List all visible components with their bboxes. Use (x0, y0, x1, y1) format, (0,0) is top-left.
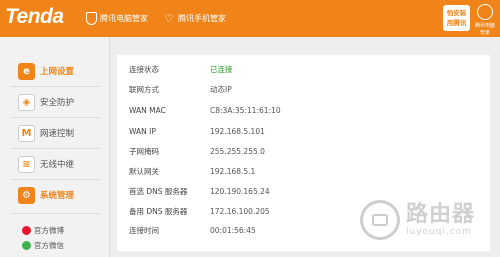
pc-manager-badge[interactable]: 腾讯电脑管家 (474, 4, 496, 36)
social-label: 官方微信 (34, 241, 64, 250)
top-header: Tenda 腾讯电脑管家 ♡ 腾讯手机管家 怕安装 用腾讯 腾讯电脑管家 (0, 0, 500, 37)
divider (10, 86, 100, 87)
status-row-subnet-mask: 子网掩码 255.255.255.0 (129, 144, 469, 158)
weibo-icon (22, 226, 31, 235)
internet-e-icon: e (18, 62, 35, 80)
row-label: 连接状态 (129, 64, 159, 74)
divider (10, 213, 100, 214)
row-label: 备用 DNS 服务器 (129, 206, 188, 216)
tenda-logo[interactable]: Tenda (5, 5, 64, 29)
status-row-gateway: 默认网关 192.168.5.1 (129, 164, 469, 178)
sidebar-item-speed-control[interactable]: M 网速控制 (0, 120, 110, 146)
sidebar: e 上网设置 ◈ 安全防护 M 网速控制 ≋ 无线中继 ⚙ 系统管理 官方微博 … (0, 37, 110, 257)
divider (10, 148, 100, 149)
speed-meter-icon: M (18, 124, 35, 142)
sidebar-item-label: 上网设置 (40, 67, 75, 77)
status-row-wan-ip: WAN IP 192.168.5.101 (129, 124, 469, 138)
badge-line2: 用腾讯 (446, 19, 467, 27)
sidebar-item-wireless-repeater[interactable]: ≋ 无线中继 (0, 151, 110, 177)
social-label: 官方微博 (34, 226, 64, 235)
row-label: 联网方式 (129, 84, 159, 94)
shield-icon: ◈ (18, 93, 35, 111)
row-label: WAN IP (129, 126, 156, 136)
sidebar-item-system-management[interactable]: ⚙ 系统管理 (0, 182, 110, 208)
row-label: 连接时间 (129, 225, 159, 235)
official-weibo-link[interactable]: 官方微博 (22, 225, 64, 236)
site-watermark: 路由器 luyouqi.com (360, 190, 495, 250)
row-label: 默认网关 (129, 166, 159, 176)
wechat-icon (22, 241, 31, 250)
sidebar-item-label: 网速控制 (40, 129, 75, 139)
gear-icon: ⚙ (18, 186, 35, 204)
tencent-logo-icon (477, 4, 493, 20)
status-row-mode: 联网方式 动态IP (129, 82, 469, 96)
row-label: 首选 DNS 服务器 (129, 186, 188, 196)
row-label: 子网掩码 (129, 146, 159, 156)
sidebar-item-security[interactable]: ◈ 安全防护 (0, 89, 110, 115)
pc-manager-label: 腾讯电脑管家 (100, 13, 148, 23)
row-value: C8:3A:35:11:61:10 (210, 105, 281, 115)
status-row-connection: 连接状态 已连接 (129, 62, 469, 76)
sidebar-item-internet-settings[interactable]: e 上网设置 (0, 58, 110, 84)
divider (10, 179, 100, 180)
divider (10, 117, 100, 118)
row-value: 120.190.165.24 (210, 186, 270, 196)
tencent-badge[interactable]: 怕安装 用腾讯 (443, 5, 470, 31)
sidebar-item-label: 系统管理 (40, 191, 75, 201)
badge-line1: 怕安装 (446, 9, 467, 17)
mobile-manager-link[interactable]: ♡ 腾讯手机管家 (164, 10, 226, 26)
pc-manager-link[interactable]: 腾讯电脑管家 (86, 10, 148, 26)
shield-icon (86, 11, 97, 25)
row-value: 192.168.5.101 (210, 126, 265, 136)
watermark-en: luyouqi.com (406, 227, 473, 237)
router-logo-icon (360, 200, 400, 240)
wifi-antenna-icon: ≋ (18, 155, 35, 173)
row-label: WAN MAC (129, 105, 166, 115)
sidebar-item-label: 安全防护 (40, 98, 75, 108)
official-wechat-link[interactable]: 官方微信 (22, 240, 64, 251)
row-value: 动态IP (210, 84, 232, 94)
row-value: 已连接 (210, 64, 233, 74)
row-value: 00:01:56:45 (210, 225, 256, 235)
status-row-wan-mac: WAN MAC C8:3A:35:11:61:10 (129, 103, 469, 117)
mobile-manager-label: 腾讯手机管家 (178, 13, 226, 23)
badge2-caption: 腾讯电脑管家 (474, 23, 495, 36)
sidebar-item-label: 无线中继 (40, 160, 75, 170)
row-value: 192.168.5.1 (210, 166, 256, 176)
row-value: 172.16.100.205 (210, 206, 270, 216)
watermark-cn: 路由器 (406, 202, 476, 227)
row-value: 255.255.255.0 (210, 146, 265, 156)
heart-icon: ♡ (164, 11, 174, 25)
